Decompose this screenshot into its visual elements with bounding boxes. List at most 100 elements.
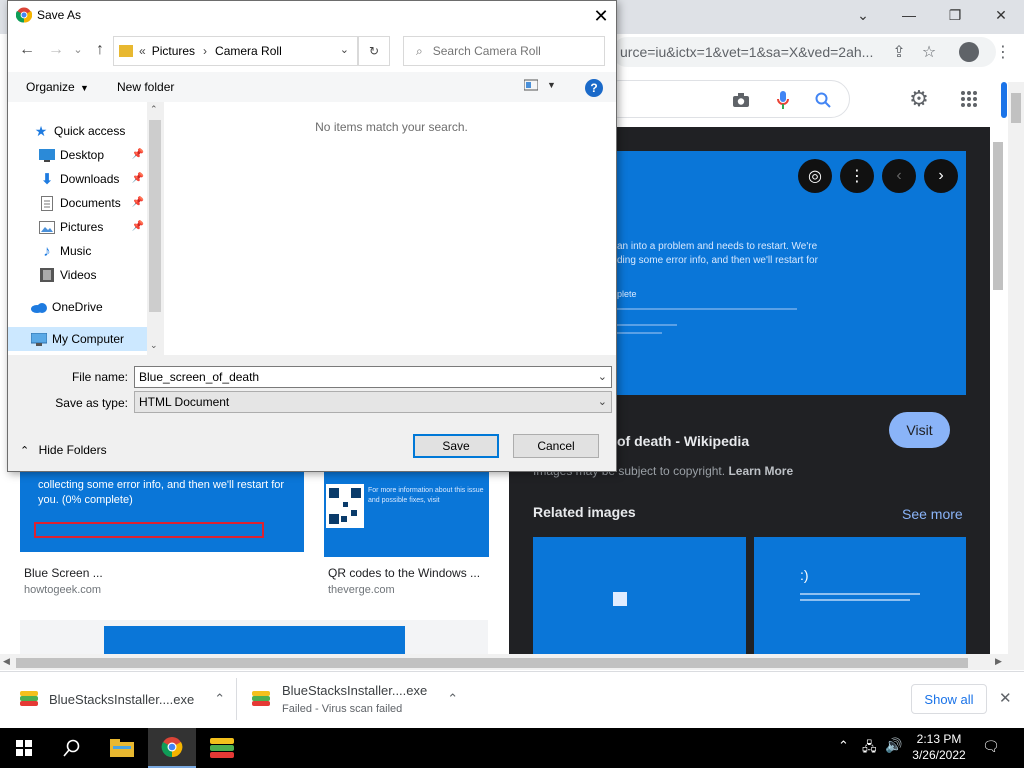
hide-folders-toggle[interactable]: ⌃ Hide Folders	[20, 443, 107, 457]
chrome-menu-icon[interactable]: ⋮	[990, 39, 1016, 65]
help-icon[interactable]: ?	[585, 79, 603, 97]
profile-avatar-icon[interactable]	[956, 39, 982, 65]
breadcrumb-pictures[interactable]: Pictures	[152, 44, 195, 58]
see-more-link[interactable]: See more	[902, 506, 963, 522]
breadcrumb[interactable]: « Pictures › Camera Roll ⌄	[113, 36, 358, 66]
file-list-pane[interactable]: No items match your search.	[164, 102, 616, 355]
bsod-preview-image[interactable]: an into a problem and needs to restart. …	[617, 151, 966, 395]
more-options-icon[interactable]: ⋮	[840, 159, 874, 193]
view-dropdown-icon[interactable]: ▼	[547, 80, 556, 90]
learn-more-link[interactable]: Learn More	[728, 464, 793, 478]
tray-chevron-icon[interactable]: ⌃	[838, 738, 849, 754]
scroll-down-icon[interactable]: ⌄	[150, 340, 158, 351]
back-arrow-icon[interactable]: ←	[17, 41, 37, 59]
related-image-2[interactable]: :)	[754, 537, 966, 654]
change-view-icon[interactable]	[523, 79, 539, 94]
dialog-title: Save As	[37, 8, 82, 22]
bluestacks-taskbar-icon[interactable]	[198, 728, 246, 768]
pin-icon[interactable]: 📌	[132, 197, 144, 208]
breadcrumb-camera-roll[interactable]: Camera Roll	[215, 44, 282, 58]
restore-button[interactable]: ❐	[932, 0, 978, 30]
save-button[interactable]: Save	[413, 434, 499, 458]
scroll-left-icon[interactable]: ◀	[3, 656, 10, 667]
nav-desktop[interactable]: Desktop 📌	[38, 143, 146, 167]
pin-icon[interactable]: 📌	[132, 221, 144, 232]
bookmark-star-icon[interactable]: ☆	[916, 39, 942, 65]
nav-my-computer[interactable]: My Computer	[8, 327, 147, 351]
save-type-label: Save as type:	[55, 396, 128, 410]
star-icon: ★	[34, 122, 48, 139]
result-caption-2[interactable]: QR codes to the Windows ...	[328, 566, 480, 580]
result-source-2[interactable]: theverge.com	[328, 584, 395, 596]
breadcrumb-dropdown-icon[interactable]: ⌄	[340, 43, 349, 56]
file-explorer-icon[interactable]	[98, 728, 146, 768]
up-arrow-icon[interactable]: ↑	[90, 41, 110, 59]
chrome-taskbar-icon[interactable]	[148, 728, 196, 768]
lens-search-icon[interactable]: ◎	[798, 159, 832, 193]
tab-search-icon[interactable]: ⌄	[840, 0, 886, 30]
result-thumbnail-3[interactable]	[104, 626, 405, 654]
new-folder-button[interactable]: New folder	[117, 80, 174, 94]
nav-pictures[interactable]: Pictures 📌	[38, 215, 146, 239]
result-thumbnail-2[interactable]: For more information about this issue an…	[324, 472, 489, 557]
pin-icon[interactable]: 📌	[132, 149, 144, 160]
cancel-button[interactable]: Cancel	[513, 434, 599, 458]
vertical-scrollbar[interactable]	[1008, 82, 1024, 670]
nav-documents[interactable]: Documents 📌	[38, 191, 146, 215]
preview-title[interactable]: of death - Wikipedia	[617, 433, 749, 449]
organize-button[interactable]: Organize ▼	[26, 80, 89, 94]
scroll-up-icon[interactable]: ⌃	[150, 104, 158, 115]
url-text[interactable]: urce=iu&ictx=1&vet=1&sa=X&ved=2ah...	[620, 44, 882, 60]
visit-button[interactable]: Visit	[889, 412, 950, 448]
nav-videos[interactable]: Videos	[38, 263, 146, 287]
dialog-close-button[interactable]: ✕	[586, 4, 616, 28]
refresh-icon[interactable]: ↻	[358, 36, 390, 66]
camera-search-icon[interactable]	[728, 87, 754, 113]
breadcrumb-overflow[interactable]: «	[139, 44, 146, 58]
pictures-icon	[38, 219, 56, 235]
minimize-button[interactable]: —	[886, 0, 932, 30]
scroll-right-icon[interactable]: ▶	[995, 656, 1002, 667]
vertical-scroll-thumb[interactable]	[1011, 93, 1021, 123]
next-arrow-icon[interactable]: ›	[924, 159, 958, 193]
nav-music[interactable]: ♪ Music	[38, 239, 146, 263]
pin-icon[interactable]: 📌	[132, 173, 144, 184]
chevron-up-icon[interactable]: ⌃	[447, 691, 458, 707]
file-name-input[interactable]: Blue_screen_of_death ⌄	[134, 366, 612, 388]
download-item-1[interactable]: BlueStacksInstaller....exe ⌃	[20, 690, 225, 708]
clock[interactable]: 2:13 PM 3/26/2022	[900, 731, 978, 763]
nav-downloads[interactable]: ⬇ Downloads 📌	[38, 167, 146, 191]
notifications-icon[interactable]: 🗨	[982, 738, 1000, 755]
voice-search-icon[interactable]	[770, 87, 796, 113]
result-source-1[interactable]: howtogeek.com	[24, 584, 101, 596]
windows-start-icon[interactable]	[0, 728, 48, 768]
chevron-down-icon[interactable]: ⌄	[598, 370, 607, 383]
close-download-bar-icon[interactable]: ✕	[999, 689, 1012, 707]
settings-gear-icon[interactable]: ⚙	[906, 86, 932, 112]
recent-locations-chevron-icon[interactable]: ⌄	[68, 43, 88, 56]
chevron-down-icon[interactable]: ⌄	[598, 395, 607, 408]
close-window-button[interactable]: ✕	[978, 0, 1024, 30]
save-type-select[interactable]: HTML Document ⌄	[134, 391, 612, 413]
horizontal-scroll-thumb[interactable]	[16, 658, 968, 668]
search-input[interactable]	[432, 44, 593, 58]
share-icon[interactable]: ⇪	[886, 39, 912, 65]
search-icon[interactable]	[810, 87, 836, 113]
download-item-2[interactable]: BlueStacksInstaller....exe Failed - Viru…	[252, 683, 458, 715]
search-icon[interactable]	[48, 728, 96, 768]
show-all-button[interactable]: Show all	[911, 684, 987, 714]
dialog-titlebar[interactable]	[8, 1, 616, 31]
nav-pane-scroll-thumb[interactable]	[149, 120, 161, 312]
prev-arrow-icon[interactable]: ‹	[882, 159, 916, 193]
related-image-1[interactable]	[533, 537, 746, 654]
chevron-up-icon[interactable]: ⌃	[214, 691, 225, 707]
apps-grid-icon[interactable]	[956, 86, 982, 112]
network-icon[interactable]: 🖧	[862, 738, 877, 760]
panel-scroll-thumb[interactable]	[993, 142, 1003, 290]
result-caption-1[interactable]: Blue Screen ...	[24, 566, 103, 580]
breadcrumb-separator-icon[interactable]: ›	[203, 44, 207, 58]
qr-code-icon	[326, 484, 364, 528]
search-field[interactable]: ⌕	[403, 36, 605, 66]
forward-arrow-icon[interactable]: →	[46, 41, 66, 59]
result-thumbnail-1[interactable]: collecting some error info, and then we'…	[20, 472, 304, 552]
